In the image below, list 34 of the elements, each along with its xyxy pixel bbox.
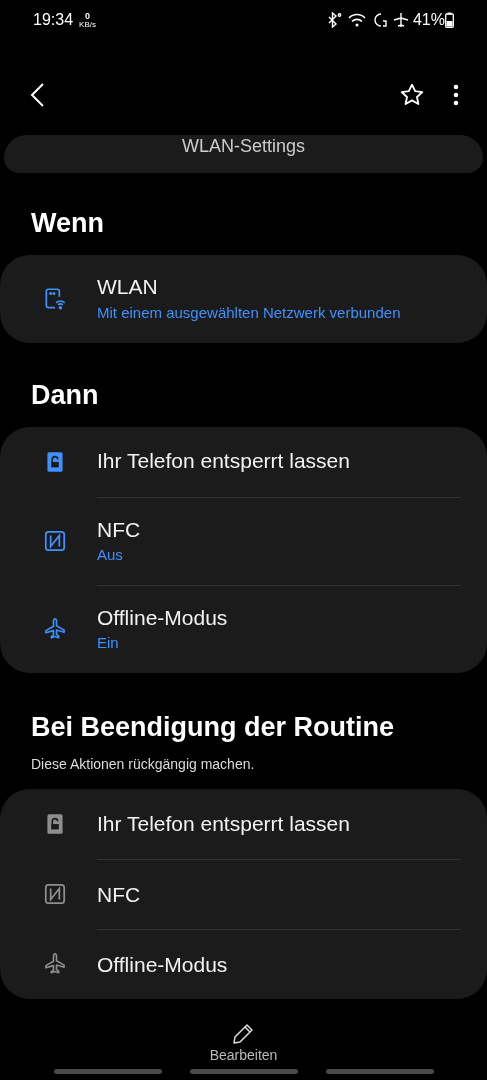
favorite-button[interactable] (399, 81, 425, 108)
edit-button[interactable]: Bearbeiten (209, 1021, 278, 1066)
wifi-icon (347, 13, 366, 27)
action-value: Mit einem ausgewählten Netzwerk verbunden (97, 302, 402, 323)
action-label: NFC (97, 881, 142, 908)
airplane-mode-icon (392, 12, 409, 28)
more-options-button[interactable] (453, 83, 459, 106)
action-row[interactable]: NFC (0, 859, 487, 930)
clock: 19:34 (33, 10, 74, 30)
action-row[interactable]: WLAN Mit einem ausgewählten Netzwerk verbunden (0, 254, 487, 343)
action-row[interactable]: NFC Aus (0, 496, 487, 585)
data-rate: 0 (85, 11, 90, 21)
battery-percent: 41% (412, 10, 445, 30)
action-label: Offline-Modus (97, 951, 229, 978)
data-saver-icon (371, 12, 387, 28)
action-row[interactable]: Ihr Telefon entsperrt lassen (0, 426, 487, 497)
action-value: Ein (97, 632, 120, 653)
battery-icon (445, 12, 454, 28)
action-label: Ihr Telefon entsperrt lassen (97, 448, 351, 475)
action-row[interactable]: Offline-Modus Ein (0, 584, 487, 673)
action-row[interactable]: Offline-Modus (0, 929, 487, 1000)
section-heading: Wenn (31, 207, 105, 240)
routine-title: WLAN-Settings (181, 137, 305, 155)
section-description: Diese Aktionen rückgängig machen. (31, 755, 256, 775)
action-row[interactable]: Ihr Telefon entsperrt lassen (0, 789, 487, 860)
data-rate-unit: KB/s (79, 20, 96, 29)
action-label: Ihr Telefon entsperrt lassen (97, 811, 351, 838)
action-label: WLAN (97, 274, 159, 301)
action-value: Aus (97, 544, 124, 565)
action-label: NFC (97, 516, 142, 543)
section-heading: Dann (31, 378, 100, 412)
section-heading: Bei Beendigung der Routine (31, 710, 395, 744)
action-label: Offline-Modus (97, 604, 229, 631)
bluetooth-icon (326, 12, 342, 28)
